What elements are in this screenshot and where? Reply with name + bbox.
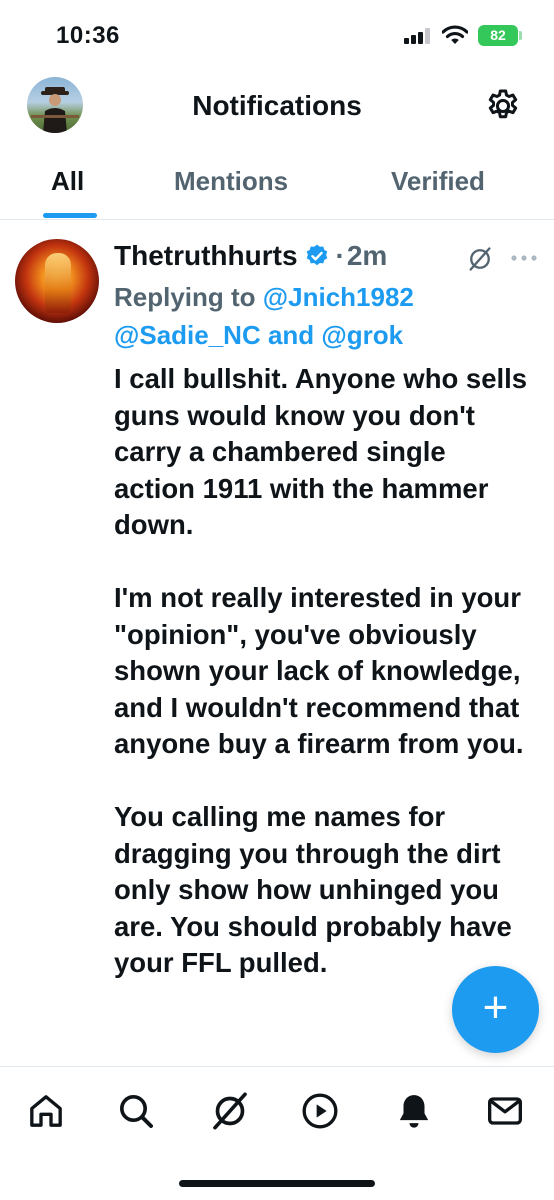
notification-tabs: All Mentions Verified	[0, 146, 554, 220]
reply-and-text: and	[260, 320, 322, 350]
search-icon[interactable]	[116, 1091, 156, 1131]
mail-icon[interactable]	[485, 1091, 525, 1131]
replying-to-line: Replying to @Jnich1982	[114, 279, 414, 315]
post-body: I call bullshit. Anyone who sells guns w…	[114, 363, 528, 978]
post-separator: ·	[335, 240, 345, 271]
reply-mention-1[interactable]: @Jnich1982	[263, 282, 414, 312]
author-name[interactable]: Thetruthhurts	[114, 240, 298, 272]
grok-nav-icon[interactable]	[210, 1091, 250, 1131]
wifi-icon	[442, 25, 468, 44]
home-icon[interactable]	[26, 1091, 66, 1131]
bottom-nav	[0, 1066, 554, 1200]
battery-tip	[519, 31, 522, 40]
status-time: 10:36	[56, 22, 120, 49]
author-avatar-figure	[45, 253, 71, 313]
post-time: 2m	[346, 240, 388, 271]
header: Notifications	[0, 70, 554, 146]
grok-icon[interactable]	[466, 245, 494, 273]
cellular-signal-icon	[404, 28, 432, 44]
tab-mentions[interactable]: Mentions	[174, 166, 288, 197]
author-row: Thetruthhurts · 2m	[114, 239, 387, 273]
video-play-icon[interactable]	[300, 1091, 340, 1131]
gear-icon[interactable]	[484, 87, 522, 125]
more-options-icon[interactable]	[510, 253, 538, 263]
author-avatar[interactable]	[15, 239, 99, 323]
verified-badge-icon	[306, 244, 327, 266]
active-tab-indicator	[43, 213, 97, 218]
compose-plus-icon: +	[482, 983, 509, 1032]
status-bar: 10:36 82	[0, 0, 554, 70]
home-indicator	[179, 1180, 375, 1187]
page-title: Notifications	[192, 90, 362, 121]
notification-post[interactable]: Thetruthhurts · 2m Replying to @Jnich198…	[0, 221, 554, 1066]
reply-mention-3[interactable]: @grok	[321, 320, 403, 350]
tab-all[interactable]: All	[51, 166, 84, 197]
notifications-bell-icon[interactable]	[394, 1091, 434, 1131]
replying-to-line-2: @Sadie_NC and @grok	[114, 317, 403, 353]
battery-indicator: 82	[478, 25, 518, 46]
reply-mention-2[interactable]: @Sadie_NC	[114, 320, 261, 350]
replying-to-label: Replying to	[114, 282, 263, 312]
compose-button[interactable]: +	[452, 966, 539, 1053]
tab-verified[interactable]: Verified	[391, 166, 485, 197]
